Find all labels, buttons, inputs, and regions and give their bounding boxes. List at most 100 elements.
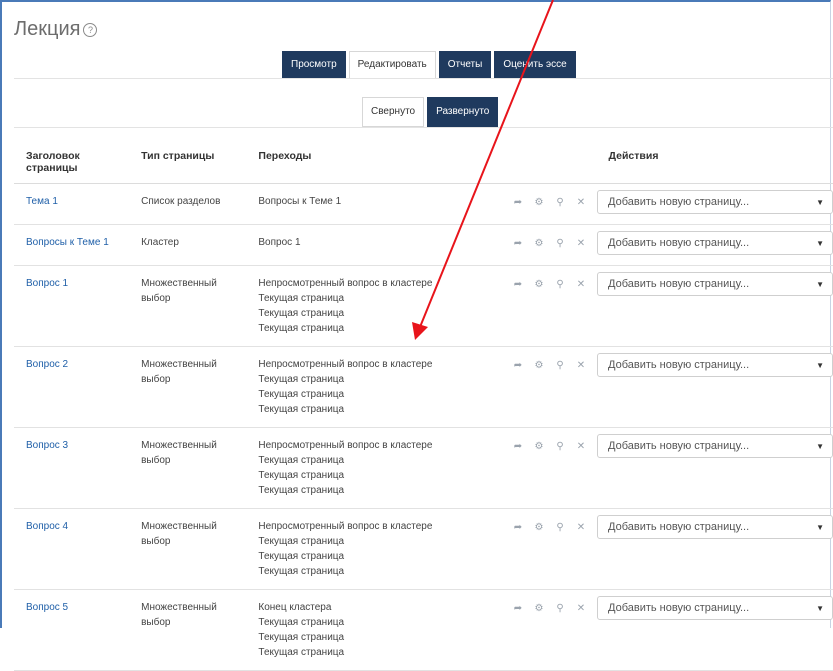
add-page-select[interactable]: Добавить новую страницу... ▼ <box>597 272 833 296</box>
tab-grade-essays[interactable]: Оценить эссе <box>494 51 576 79</box>
help-icon[interactable]: ? <box>83 23 98 37</box>
table-row: Вопрос 4 Множественный выбор Непросмотре… <box>14 508 833 590</box>
page-title-cell: Вопрос 4 <box>14 508 130 590</box>
transition-item: Текущая страница <box>258 647 345 658</box>
delete-icon[interactable]: ✕ <box>575 277 587 292</box>
col-header-type: Тип страницы <box>129 144 247 184</box>
gear-icon[interactable]: ⚙ <box>533 601 545 616</box>
preview-icon[interactable]: ⚲ <box>554 195 566 210</box>
move-icon[interactable]: ➦ <box>512 520 524 535</box>
action-icons: ➦ ⚙ ⚲ ✕ <box>512 195 587 210</box>
add-page-select[interactable]: Добавить новую страницу... ▼ <box>597 231 833 255</box>
add-page-select[interactable]: Добавить новую страницу... ▼ <box>597 515 833 539</box>
delete-icon[interactable]: ✕ <box>575 520 587 535</box>
page-link[interactable]: Вопросы к Теме 1 <box>26 237 109 248</box>
page-title-cell: Тема 1 <box>14 183 130 225</box>
chevron-down-icon: ▼ <box>816 441 824 451</box>
page-type-cell: Множественный выбор <box>129 427 247 509</box>
transition-item: Текущая страница <box>258 470 345 481</box>
tab-expanded[interactable]: Развернуто <box>427 97 499 127</box>
delete-icon[interactable]: ✕ <box>575 439 587 454</box>
delete-icon[interactable]: ✕ <box>575 236 587 251</box>
action-icons: ➦ ⚙ ⚲ ✕ <box>512 277 587 292</box>
page-link[interactable]: Вопрос 3 <box>26 440 68 451</box>
transition-item: Текущая страница <box>258 536 345 547</box>
preview-icon[interactable]: ⚲ <box>554 439 566 454</box>
delete-icon[interactable]: ✕ <box>575 195 587 210</box>
move-icon[interactable]: ➦ <box>512 601 524 616</box>
gear-icon[interactable]: ⚙ <box>533 236 545 251</box>
transition-item: Непросмотренный вопрос в кластере <box>258 359 433 370</box>
preview-icon[interactable]: ⚲ <box>554 236 566 251</box>
add-page-select[interactable]: Добавить новую страницу... ▼ <box>597 434 833 458</box>
page-link[interactable]: Тема 1 <box>26 196 58 207</box>
action-icons: ➦ ⚙ ⚲ ✕ <box>512 520 587 535</box>
select-value: Добавить новую страницу... <box>608 520 750 533</box>
page-link[interactable]: Вопрос 2 <box>26 359 68 370</box>
transition-item: Текущая страница <box>258 404 345 415</box>
gear-icon[interactable]: ⚙ <box>533 520 545 535</box>
page-type-cell: Список разделов <box>129 183 247 225</box>
col-header-actions: Действия <box>434 144 833 184</box>
page-link[interactable]: Вопрос 5 <box>26 602 68 613</box>
page-title-text: Лекция <box>14 18 81 40</box>
page-link[interactable]: Вопрос 1 <box>26 278 68 289</box>
page-title-cell: Вопрос 2 <box>14 346 130 428</box>
transition-item: Текущая страница <box>258 485 345 496</box>
action-icons: ➦ ⚙ ⚲ ✕ <box>512 358 587 373</box>
page-link[interactable]: Вопрос 4 <box>26 521 68 532</box>
delete-icon[interactable]: ✕ <box>575 358 587 373</box>
select-value: Добавить новую страницу... <box>608 358 750 371</box>
row-actions: ➦ ⚙ ⚲ ✕ Добавить новую страницу... ▼ <box>512 272 833 296</box>
pages-table: Заголовок страницы Тип страницы Переходы… <box>14 144 833 671</box>
transition-item: Текущая страница <box>258 323 345 334</box>
page-title-cell: Вопрос 3 <box>14 427 130 509</box>
main-tabs: Просмотр Редактировать Отчеты Оценить эс… <box>282 51 576 79</box>
actions-cell: ➦ ⚙ ⚲ ✕ Добавить новую страницу... ▼ <box>434 427 833 509</box>
delete-icon[interactable]: ✕ <box>575 601 587 616</box>
table-header-row: Заголовок страницы Тип страницы Переходы… <box>14 144 833 184</box>
table-row: Вопрос 5 Множественный выбор Конец класт… <box>14 589 833 671</box>
transition-item: Текущая страница <box>258 308 345 319</box>
add-page-select[interactable]: Добавить новую страницу... ▼ <box>597 596 833 620</box>
transitions-cell: Непросмотренный вопрос в кластере Текущая… <box>246 427 434 509</box>
preview-icon[interactable]: ⚲ <box>554 277 566 292</box>
transition-item: Конец кластера <box>258 602 332 613</box>
select-value: Добавить новую страницу... <box>608 601 750 614</box>
gear-icon[interactable]: ⚙ <box>533 277 545 292</box>
gear-icon[interactable]: ⚙ <box>533 358 545 373</box>
transitions-cell: Вопросы к Теме 1 <box>246 183 434 225</box>
add-page-select[interactable]: Добавить новую страницу... ▼ <box>597 353 833 377</box>
row-actions: ➦ ⚙ ⚲ ✕ Добавить новую страницу... ▼ <box>512 515 833 539</box>
move-icon[interactable]: ➦ <box>512 358 524 373</box>
col-header-title: Заголовок страницы <box>14 144 130 184</box>
chevron-down-icon: ▼ <box>816 522 824 532</box>
page-title-cell: Вопрос 5 <box>14 589 130 671</box>
move-icon[interactable]: ➦ <box>512 439 524 454</box>
actions-cell: ➦ ⚙ ⚲ ✕ Добавить новую страницу... ▼ <box>434 183 833 225</box>
tab-collapsed[interactable]: Свернуто <box>362 97 425 127</box>
gear-icon[interactable]: ⚙ <box>533 195 545 210</box>
tab-edit[interactable]: Редактировать <box>348 51 436 79</box>
row-actions: ➦ ⚙ ⚲ ✕ Добавить новую страницу... ▼ <box>512 353 833 377</box>
chevron-down-icon: ▼ <box>816 279 824 289</box>
preview-icon[interactable]: ⚲ <box>554 520 566 535</box>
add-page-select[interactable]: Добавить новую страницу... ▼ <box>597 190 833 214</box>
gear-icon[interactable]: ⚙ <box>533 439 545 454</box>
transitions-cell: Конец кластера Текущая страница Текущая ст… <box>246 589 434 671</box>
table-row: Вопрос 1 Множественный выбор Непросмотре… <box>14 265 833 347</box>
move-icon[interactable]: ➦ <box>512 236 524 251</box>
divider <box>14 78 833 79</box>
row-actions: ➦ ⚙ ⚲ ✕ Добавить новую страницу... ▼ <box>512 190 833 214</box>
transition-item: Текущая страница <box>258 455 345 466</box>
row-actions: ➦ ⚙ ⚲ ✕ Добавить новую страницу... ▼ <box>512 434 833 458</box>
table-row: Вопрос 3 Множественный выбор Непросмотре… <box>14 427 833 509</box>
tab-reports[interactable]: Отчеты <box>438 51 492 79</box>
preview-icon[interactable]: ⚲ <box>554 601 566 616</box>
col-header-transitions: Переходы <box>246 144 434 184</box>
move-icon[interactable]: ➦ <box>512 277 524 292</box>
tab-view[interactable]: Просмотр <box>282 51 346 79</box>
move-icon[interactable]: ➦ <box>512 195 524 210</box>
preview-icon[interactable]: ⚲ <box>554 358 566 373</box>
chevron-down-icon: ▼ <box>816 238 824 248</box>
